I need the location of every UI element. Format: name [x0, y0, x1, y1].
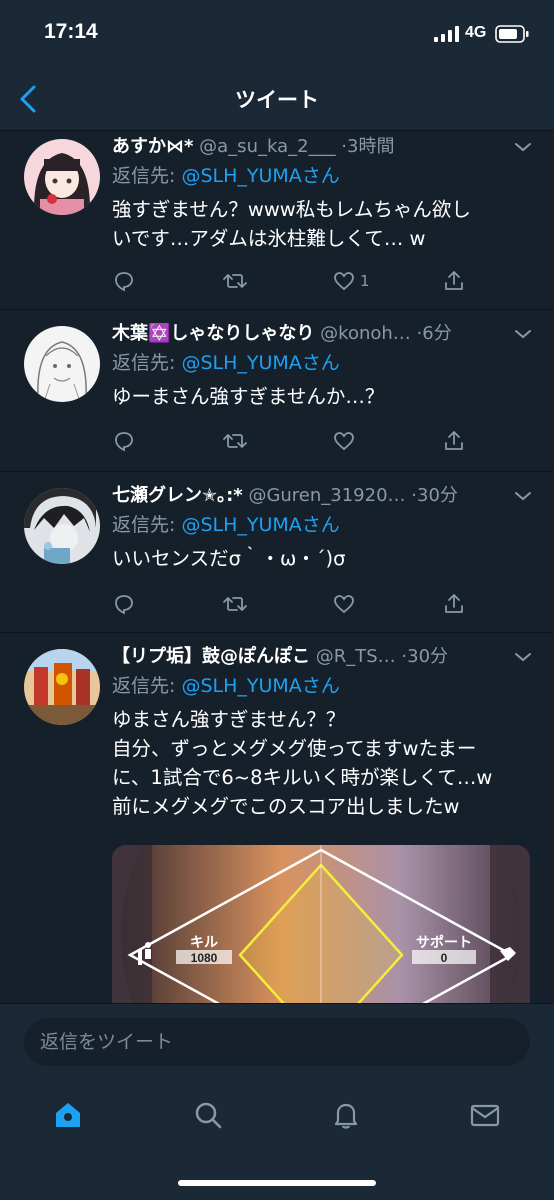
reply-icon: [115, 595, 133, 615]
reply-icon: [115, 432, 133, 452]
reply-feed: あすか⋈* @a_su_ka_2___ ·3時間 返信先: @SLH_YUMAさ…: [0, 131, 554, 1003]
heart-icon: [334, 272, 354, 291]
retweet-icon: [223, 434, 247, 448]
retweet-icon: [223, 597, 247, 611]
like-button[interactable]: 1: [332, 267, 370, 295]
author-handle[interactable]: @a_su_ka_2___: [199, 136, 335, 157]
reply-prefix: 返信先:: [112, 165, 182, 187]
tab-notifications[interactable]: [326, 1095, 366, 1135]
envelope-icon: [470, 1104, 500, 1127]
network-type: 4G: [465, 24, 487, 41]
chevron-down-icon[interactable]: [514, 651, 532, 663]
nav-bar: ツイート: [0, 68, 554, 131]
tweet-item[interactable]: あすか⋈* @a_su_ka_2___ ·3時間 返信先: @SLH_YUMAさ…: [0, 131, 554, 310]
page-title: ツイート: [235, 88, 319, 112]
reply-button[interactable]: [112, 427, 136, 455]
tweet-actions: 1: [112, 267, 492, 295]
tweet-text: ゆまさん強すぎません？？ 自分、ずっとメグメグ使ってますwたまー に、1試合で6…: [112, 708, 493, 818]
avatar[interactable]: [24, 139, 100, 215]
reply-mention-link[interactable]: @SLH_YUMAさん: [181, 514, 339, 536]
share-button[interactable]: [442, 427, 466, 455]
bell-icon: [334, 1103, 358, 1129]
avatar[interactable]: [24, 326, 100, 402]
reply-button[interactable]: [112, 267, 136, 295]
reply-button[interactable]: [112, 590, 136, 618]
reply-to: 返信先: @SLH_YUMAさん: [112, 512, 340, 538]
share-button[interactable]: [442, 267, 466, 295]
kill-label: キル: [190, 934, 218, 950]
kill-value: 1080: [191, 951, 218, 965]
tweet-text: いいセンスだσ｀・ω・´)σ: [112, 547, 346, 570]
support-value: 0: [441, 951, 448, 965]
signal-icon: [434, 26, 459, 42]
reply-to: 返信先: @SLH_YUMAさん: [112, 350, 340, 376]
tweet-item[interactable]: 【リプ垢】鼓@ぽんぽこ @R_TS… ·30分 返信先: @SLH_YUMAさん…: [0, 633, 554, 1003]
search-icon: [195, 1102, 222, 1129]
reply-input[interactable]: [24, 1018, 530, 1066]
retweet-button[interactable]: [222, 267, 248, 295]
support-label: サポート: [416, 934, 472, 950]
retweet-icon: [223, 274, 247, 288]
tweet-text: ゆーまさん強すぎませんか…？: [112, 385, 385, 408]
avatar[interactable]: [24, 488, 100, 564]
reply-mention-link[interactable]: @SLH_YUMAさん: [181, 352, 339, 374]
share-icon: [445, 431, 463, 450]
share-icon: [445, 594, 463, 613]
author-name[interactable]: 七瀬グレン✭｡:*: [112, 485, 243, 506]
author-name[interactable]: 【リプ垢】鼓@ぽんぽこ: [112, 646, 310, 667]
like-button[interactable]: [332, 590, 360, 618]
chevron-down-icon[interactable]: [514, 141, 532, 153]
tweet-actions: [112, 427, 492, 455]
retweet-button[interactable]: [222, 590, 248, 618]
reply-to: 返信先: @SLH_YUMAさん: [112, 673, 340, 699]
chevron-down-icon[interactable]: [514, 328, 532, 340]
tweet-time: 30分: [417, 485, 458, 506]
tweet-actions: [112, 590, 492, 618]
chevron-down-icon[interactable]: [514, 490, 532, 502]
heart-icon: [334, 432, 354, 451]
heart-icon: [334, 595, 354, 614]
reply-prefix: 返信先:: [112, 352, 182, 374]
tweet-item[interactable]: 七瀬グレン✭｡:* @Guren_31920… ·30分 返信先: @SLH_Y…: [0, 472, 554, 633]
reply-mention-link[interactable]: @SLH_YUMAさん: [181, 165, 339, 187]
home-icon: [56, 1103, 80, 1127]
tweet-item[interactable]: 木葉✡️しゃなりしゃなり @konoh… ·6分 返信先: @SLH_YUMAさ…: [0, 310, 554, 472]
share-button[interactable]: [442, 590, 466, 618]
status-time: 17:14: [44, 20, 98, 43]
tab-messages[interactable]: [465, 1095, 505, 1135]
reply-prefix: 返信先:: [112, 675, 182, 697]
status-bar: 17:14 4G: [0, 0, 554, 68]
reply-prefix: 返信先:: [112, 514, 182, 536]
author-handle[interactable]: @R_TS…: [316, 646, 396, 667]
like-count: 1: [360, 272, 370, 290]
tweet-text: 強すぎません？www私もレムちゃん欲し いです…アダムは氷柱難しくて… w: [112, 198, 471, 250]
author-name[interactable]: あすか⋈*: [112, 136, 193, 157]
reply-to: 返信先: @SLH_YUMAさん: [112, 163, 340, 189]
tweet-time: 3時間: [347, 136, 395, 157]
author-handle[interactable]: @Guren_31920…: [248, 485, 405, 506]
retweet-button[interactable]: [222, 427, 248, 455]
tweet-media-image[interactable]: キル 1080 サポート 0: [112, 845, 530, 1003]
home-indicator: [178, 1180, 376, 1186]
share-icon: [445, 271, 463, 290]
tweet-time: 30分: [407, 646, 449, 667]
reply-mention-link[interactable]: @SLH_YUMAさん: [181, 675, 339, 697]
reply-icon: [115, 272, 133, 292]
battery-icon: [495, 25, 529, 43]
reply-composer: [0, 1003, 554, 1082]
author-handle[interactable]: @konoh…: [320, 323, 411, 344]
author-name[interactable]: 木葉✡️しゃなりしゃなり: [112, 323, 314, 344]
tab-search[interactable]: [188, 1095, 228, 1135]
tab-home[interactable]: [48, 1095, 88, 1135]
tweet-time: 6分: [422, 323, 452, 344]
avatar[interactable]: [24, 649, 100, 725]
like-button[interactable]: [332, 427, 360, 455]
